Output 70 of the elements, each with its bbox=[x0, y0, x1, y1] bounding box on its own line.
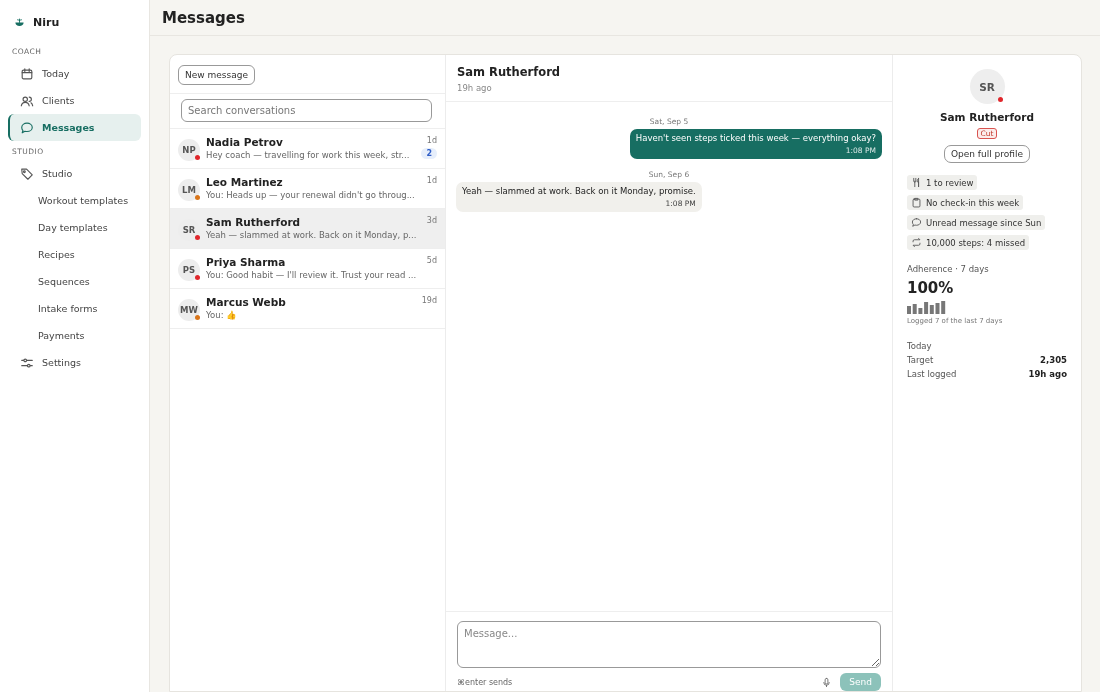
contact-name: Priya Sharma bbox=[206, 256, 287, 268]
avatar: PS bbox=[178, 259, 200, 281]
leaf-logo-icon bbox=[14, 17, 25, 28]
timestamp: 1d bbox=[426, 136, 437, 145]
chat-title: Sam Rutherford bbox=[457, 65, 562, 79]
client-name: Sam Rutherford bbox=[939, 111, 1035, 123]
adherence-bars-drawing bbox=[907, 300, 947, 314]
avatar: MW bbox=[178, 299, 200, 321]
repeat-icon bbox=[911, 237, 922, 248]
sidebar-item[interactable]: Intake forms bbox=[8, 295, 141, 322]
avatar: LM bbox=[178, 179, 200, 201]
avatar: NP bbox=[178, 139, 200, 161]
chat-bubble-icon bbox=[20, 120, 34, 135]
message-preview: You: 👍 bbox=[206, 310, 239, 320]
microphone-icon bbox=[821, 676, 833, 688]
tag-icon bbox=[20, 166, 34, 181]
fork-knife-icon bbox=[911, 177, 922, 188]
adherence-label: Adherence · 7 days bbox=[907, 264, 990, 274]
people-icon bbox=[20, 93, 34, 108]
stat-value: 2,305 bbox=[1040, 355, 1067, 365]
timestamp: 1d bbox=[426, 176, 437, 185]
last-seen: 19h ago bbox=[457, 83, 493, 93]
page-title: Messages bbox=[162, 8, 245, 27]
conversation-item[interactable]: SR Sam Rutherford Yeah — slammed at work. Back on it Monday, p... 3d bbox=[170, 209, 445, 249]
chip-label: No check-in this week bbox=[926, 197, 1020, 208]
timestamp: 19d bbox=[421, 296, 437, 305]
sidebar-item[interactable]: Settings bbox=[8, 349, 141, 376]
message-preview: You: Heads up — your renewal didn't go throug... bbox=[206, 190, 416, 200]
open-profile-button[interactable]: Open full profile bbox=[943, 145, 1031, 163]
message-text: Yeah — slammed at work. Back on it Monday, promise. bbox=[462, 186, 696, 196]
contact-name: Leo Martinez bbox=[206, 176, 284, 188]
message-preview: Yeah — slammed at work. Back on it Monday, p... bbox=[206, 230, 418, 240]
sidebar-item[interactable]: Studio bbox=[8, 160, 141, 187]
sidebar-item[interactable]: Clients bbox=[8, 87, 141, 114]
message-field[interactable]: Message... bbox=[457, 621, 881, 668]
message-preview: Hey coach — travelling for work this week, str... bbox=[206, 150, 411, 160]
stat-value: 19h ago bbox=[1028, 369, 1067, 379]
sidebar-item[interactable]: Recipes bbox=[8, 241, 141, 268]
conversation-item[interactable]: PS Priya Sharma You: Good habit — I'll review it. Trust your read ... 5d bbox=[170, 249, 445, 289]
sidebar-item[interactable]: Day templates bbox=[8, 214, 141, 241]
calendar-icon bbox=[20, 66, 34, 81]
chip-label: 10,000 steps: 4 missed bbox=[926, 237, 1026, 248]
brand-name: Niru bbox=[33, 16, 60, 29]
unread-badge: 2 bbox=[421, 148, 437, 159]
shortcut-hint: ⌘enter sends bbox=[457, 677, 513, 687]
sidebar-item[interactable]: Messages bbox=[8, 114, 141, 141]
sidebar-item[interactable]: Payments bbox=[8, 322, 141, 349]
chip-label: 1 to review bbox=[926, 177, 974, 188]
new-message-button[interactable]: New message bbox=[178, 65, 255, 85]
timestamp: 5d bbox=[426, 256, 437, 265]
search-field[interactable]: Search conversations bbox=[181, 99, 432, 122]
contact-name: Nadia Petrov bbox=[206, 136, 284, 148]
avatar: SR bbox=[969, 69, 1005, 104]
message-preview: You: Good habit — I'll review it. Trust your read ... bbox=[206, 270, 418, 280]
stat-label: Last logged bbox=[907, 369, 957, 379]
timestamp: 3d bbox=[426, 216, 437, 225]
chat-bubble-icon bbox=[911, 217, 922, 228]
sliders-icon bbox=[20, 355, 34, 370]
clipboard-icon bbox=[911, 197, 922, 208]
sidebar-item[interactable]: Workout templates bbox=[8, 187, 141, 214]
message-text: Haven't seen steps ticked this week — everything okay? bbox=[635, 133, 876, 143]
adherence-value: 100% bbox=[907, 279, 955, 297]
sidebar-item[interactable]: Today bbox=[8, 60, 141, 87]
chip-label: Unread message since Sun bbox=[926, 217, 1042, 228]
contact-name: Sam Rutherford bbox=[206, 216, 302, 228]
section-label: Today bbox=[907, 341, 933, 351]
stat-label: Target bbox=[907, 355, 934, 365]
sidebar-item[interactable]: Sequences bbox=[8, 268, 141, 295]
conversation-item[interactable]: NP Nadia Petrov Hey coach — travelling for work this week, str... 1d 2 bbox=[170, 129, 445, 169]
contact-name: Marcus Webb bbox=[206, 296, 287, 308]
